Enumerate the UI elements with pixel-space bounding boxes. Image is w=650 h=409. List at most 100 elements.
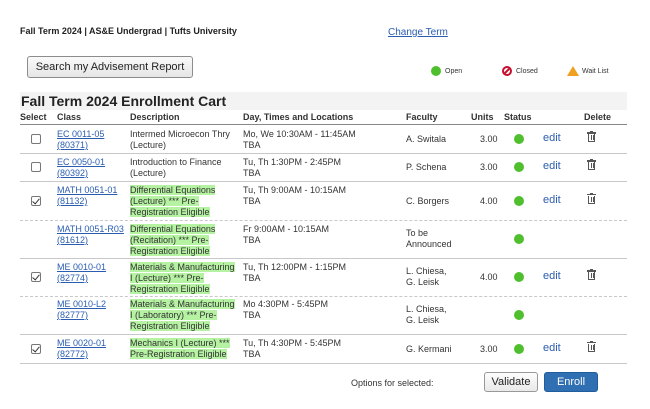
meeting-location: TBA xyxy=(243,273,261,283)
description-line: Registration Eligible xyxy=(130,207,210,217)
closed-status-icon xyxy=(502,66,512,76)
trash-icon[interactable] xyxy=(587,159,596,170)
column-header-class: Class xyxy=(57,112,82,122)
description-line: Registration Eligible xyxy=(130,321,210,331)
description-line: Registration Eligible xyxy=(130,284,210,294)
faculty-line: To be xyxy=(406,228,429,238)
class-number[interactable]: (80371) xyxy=(57,140,104,151)
column-header-delete: Delete xyxy=(584,112,612,122)
faculty-line: Announced xyxy=(406,239,452,249)
class-code[interactable]: MATH 0051-01 xyxy=(57,185,117,196)
change-term-link[interactable]: Change Term xyxy=(388,27,448,38)
meeting-time: Mo, We 10:30AM - 11:45AM xyxy=(243,129,356,139)
edit-link[interactable]: edit xyxy=(543,132,561,144)
class-number[interactable]: (81132) xyxy=(57,196,117,207)
days-times-location: Mo, We 10:30AM - 11:45AM TBA xyxy=(243,129,356,151)
class-code[interactable]: EC 0011-05 xyxy=(57,129,104,140)
days-times-location: Mo 4:30PM - 5:45PM TBA xyxy=(243,299,328,321)
faculty: L. Chiesa, G. Leisk xyxy=(406,266,447,288)
legend-open-label: Open xyxy=(445,67,463,75)
days-times-location: Tu, Th 4:30PM - 5:45PM TBA xyxy=(243,338,341,360)
class-code[interactable]: MATH 0051-R03 xyxy=(57,224,124,235)
trash-icon[interactable] xyxy=(587,192,596,204)
description-line: (Lecture) xyxy=(130,168,167,178)
trash-icon[interactable] xyxy=(587,131,596,142)
row-divider xyxy=(20,153,627,154)
days-times-location: Tu, Th 9:00AM - 10:15AM TBA xyxy=(243,185,346,207)
column-header-units: Units xyxy=(471,112,494,122)
column-header-faculty: Faculty xyxy=(406,112,438,122)
faculty-line: G. Leisk xyxy=(406,315,440,325)
class-number[interactable]: (82777) xyxy=(57,310,106,321)
row-divider xyxy=(20,258,627,259)
meeting-location: TBA xyxy=(243,235,261,245)
description-line: Materials & Manufacturing xyxy=(130,299,235,309)
validate-button[interactable]: Validate xyxy=(484,372,538,392)
faculty-line: P. Schena xyxy=(406,162,447,172)
days-times-location: Tu, Th 1:30PM - 2:45PM TBA xyxy=(243,157,341,179)
edit-link[interactable]: edit xyxy=(543,270,561,282)
trash-icon[interactable] xyxy=(587,269,596,280)
enroll-button[interactable]: Enroll xyxy=(544,372,598,392)
edit-link[interactable]: edit xyxy=(543,342,561,354)
class-description: Mechanics I (Lecture) *** Pre-Registrati… xyxy=(130,338,240,360)
days-times-location: Fr 9:00AM - 10:15AM TBA xyxy=(243,224,329,246)
term-line: Fall Term 2024 | AS&E Undergrad | Tufts … xyxy=(20,26,237,36)
legend-wait-list-label: Wait List xyxy=(582,67,609,75)
class-link[interactable]: MATH 0051-01 (81132) xyxy=(57,185,117,207)
legend-wait-list: Wait List xyxy=(567,66,609,76)
meeting-location: TBA xyxy=(243,196,261,206)
class-link[interactable]: EC 0011-05 (80371) xyxy=(57,129,104,151)
units: 4.00 xyxy=(480,272,498,282)
legend-closed-label: Closed xyxy=(516,67,538,75)
row-select-checkbox[interactable] xyxy=(31,272,41,282)
class-number[interactable]: (80392) xyxy=(57,168,105,179)
trash-icon[interactable] xyxy=(587,340,596,352)
meeting-time: Mo 4:30PM - 5:45PM xyxy=(243,299,329,309)
faculty-line: L. Chiesa, xyxy=(406,266,447,276)
edit-link[interactable]: edit xyxy=(543,194,561,206)
faculty-line: G. Leisk xyxy=(406,277,440,287)
class-link[interactable]: EC 0050-01 (80392) xyxy=(57,157,105,179)
faculty: P. Schena xyxy=(406,162,446,173)
row-select-checkbox[interactable] xyxy=(31,162,41,172)
description-line: Differential Equations xyxy=(130,224,216,234)
faculty: To be Announced xyxy=(406,228,452,250)
description-line: (Lecture) *** Pre- xyxy=(130,196,199,206)
class-number[interactable]: (82774) xyxy=(57,273,106,284)
description-line: Intermed Microecon Thry xyxy=(130,129,230,139)
class-link[interactable]: ME 0020-01 (82772) xyxy=(57,338,106,360)
class-code[interactable]: ME 0010-L2 xyxy=(57,299,106,310)
class-number[interactable]: (82772) xyxy=(57,349,106,360)
class-link[interactable]: MATH 0051-R03 (81612) xyxy=(57,224,124,246)
meeting-time: Fr 9:00AM - 10:15AM xyxy=(243,224,330,234)
row-divider xyxy=(20,220,627,221)
search-advisement-button[interactable]: Search my Advisement Report xyxy=(27,56,193,78)
row-divider xyxy=(20,296,627,297)
row-select-checkbox[interactable] xyxy=(31,343,41,354)
description-line: Mechanics I (Lecture) *** xyxy=(130,338,230,348)
open-status-icon xyxy=(514,343,524,354)
column-header-days-times: Day, Times and Locations xyxy=(243,112,354,122)
faculty-line: L. Chiesa, xyxy=(406,304,447,314)
row-select-checkbox[interactable] xyxy=(31,195,41,206)
class-code[interactable]: ME 0010-01 xyxy=(57,262,106,273)
column-header-description: Description xyxy=(130,112,180,122)
row-select-checkbox[interactable] xyxy=(31,134,41,144)
open-status-icon xyxy=(514,195,524,206)
meeting-time: Tu, Th 1:30PM - 2:45PM xyxy=(243,157,342,167)
faculty: A. Switala xyxy=(406,134,446,145)
faculty: L. Chiesa, G. Leisk xyxy=(406,304,447,326)
header-divider xyxy=(20,124,627,125)
meeting-time: Tu, Th 4:30PM - 5:45PM xyxy=(243,338,342,348)
meeting-location: TBA xyxy=(243,349,261,359)
edit-link[interactable]: edit xyxy=(543,160,561,172)
class-description: Introduction to Finance (Lecture) xyxy=(130,157,240,179)
class-link[interactable]: ME 0010-01 (82774) xyxy=(57,262,106,284)
class-link[interactable]: ME 0010-L2 (82777) xyxy=(57,299,106,321)
class-code[interactable]: EC 0050-01 xyxy=(57,157,105,168)
class-number[interactable]: (81612) xyxy=(57,235,124,246)
class-code[interactable]: ME 0020-01 xyxy=(57,338,106,349)
description-line: Pre-Registration Eligible xyxy=(130,349,227,359)
open-status-icon xyxy=(514,162,524,172)
